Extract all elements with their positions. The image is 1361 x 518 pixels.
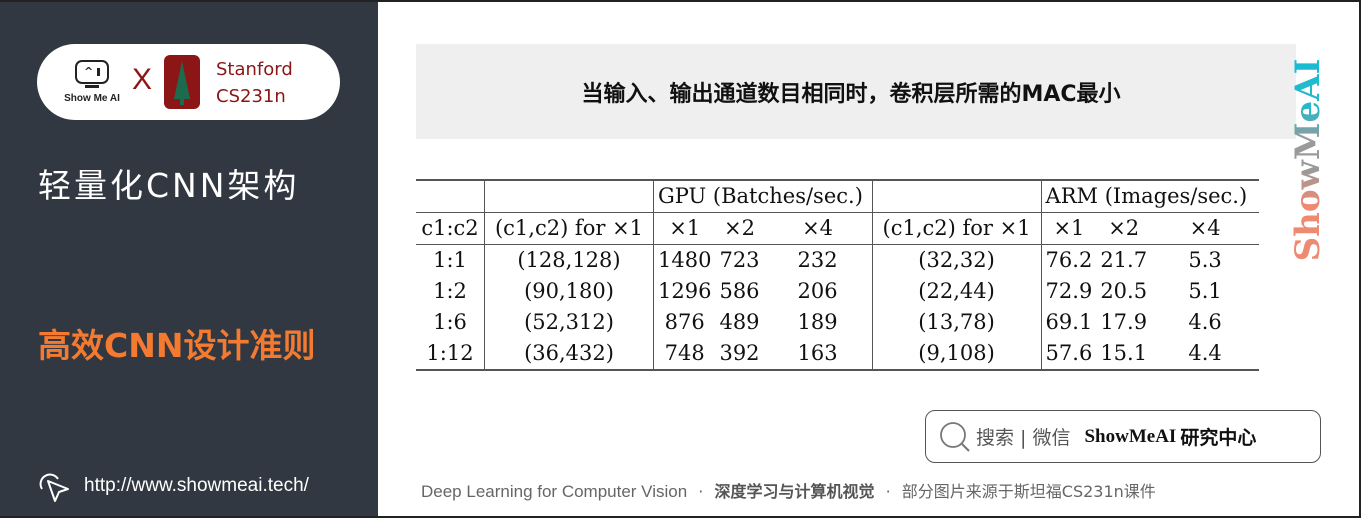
page-frame: [0, 0, 1361, 518]
